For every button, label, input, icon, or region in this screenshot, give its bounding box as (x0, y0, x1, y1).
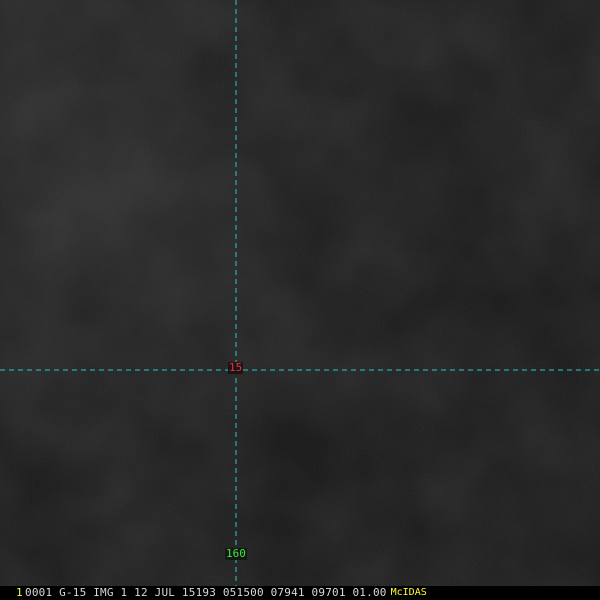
latitude-label: 15 (228, 361, 244, 374)
image-header-text: 0001 G-15 IMG 1 12 JUL 15193 051500 0794… (25, 586, 387, 599)
satellite-image-viewport: 15 160 (0, 0, 600, 600)
longitude-label: 160 (225, 547, 247, 560)
satellite-imagery (0, 0, 600, 600)
mcidas-brand-label: McIDAS (390, 587, 427, 598)
sensor-noise (0, 0, 600, 600)
image-header-bar: 1 0001 G-15 IMG 1 12 JUL 15193 051500 07… (0, 586, 600, 600)
frame-number: 1 (16, 586, 23, 599)
